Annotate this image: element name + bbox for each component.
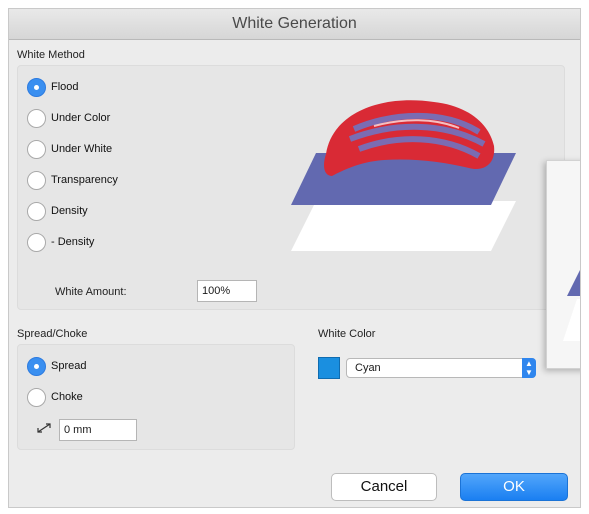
radio-dot[interactable] [27, 356, 46, 376]
white-color-label: White Color [318, 328, 376, 340]
radio-label: Density [51, 205, 88, 217]
white-color-swatch[interactable] [318, 357, 340, 379]
radio-transparency[interactable]: Transparency [27, 169, 118, 191]
spread-choke-label: Spread/Choke [17, 328, 88, 340]
radio-under-white[interactable]: Under White [27, 138, 112, 160]
card-white-plane [563, 299, 580, 341]
distance-arrows-icon [37, 423, 51, 433]
radio-flood[interactable]: Flood [27, 76, 79, 98]
ok-button[interactable]: OK [460, 473, 568, 501]
radio-density[interactable]: Density [27, 200, 88, 222]
radio-dot[interactable] [27, 77, 46, 97]
radio-label: Spread [51, 360, 87, 372]
white-amount-label: White Amount: [55, 286, 127, 298]
cancel-button[interactable]: Cancel [331, 473, 437, 501]
white-generation-dialog: White Generation White Method Flood Unde… [8, 8, 581, 508]
radio-dot[interactable] [27, 170, 46, 190]
card-plane [567, 270, 580, 296]
radio-label: Flood [51, 81, 79, 93]
white-color-select[interactable]: Cyan ▲ ▼ [346, 358, 536, 378]
radio-dot[interactable] [27, 232, 46, 252]
preview-illustration [291, 100, 516, 251]
radio-spread[interactable]: Spread [27, 355, 86, 377]
preview-card [546, 160, 580, 369]
white-color-select-value: Cyan [355, 362, 381, 374]
radio-dot[interactable] [27, 139, 46, 159]
radio-label: - Density [51, 236, 95, 248]
radio-label: Under White [51, 143, 113, 155]
radio-choke[interactable]: Choke [27, 386, 83, 408]
white-amount-field[interactable]: 100% [197, 280, 257, 302]
radio-dot[interactable] [27, 201, 46, 221]
radio-minus-density[interactable]: - Density [27, 231, 94, 253]
radio-under-color[interactable]: Under Color [27, 107, 110, 129]
white-base-plane [291, 201, 516, 251]
radio-dot[interactable] [27, 108, 46, 128]
distance-field[interactable]: 0 mm [59, 419, 137, 441]
radio-label: Transparency [51, 174, 118, 186]
radio-label: Choke [51, 391, 83, 403]
preview-card-graphic [563, 270, 580, 341]
radio-label: Under Color [51, 112, 111, 124]
white-method-label: White Method [17, 49, 85, 61]
chevron-up-down-icon: ▲ ▼ [522, 358, 536, 378]
radio-dot[interactable] [27, 387, 46, 407]
window-title: White Generation [9, 9, 580, 40]
